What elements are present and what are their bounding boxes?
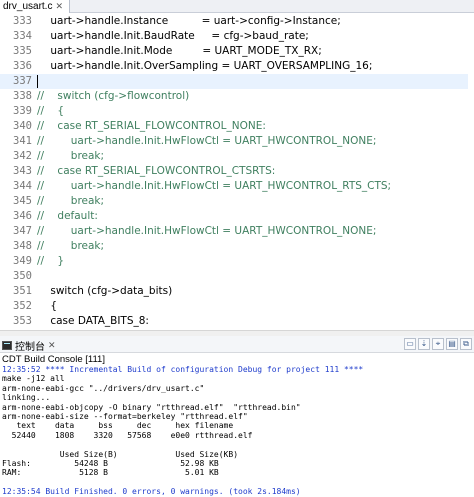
code-text: // case RT_SERIAL_FLOWCONTROL_CTSRTS: <box>37 165 276 177</box>
code-text: // uart->handle.Init.HwFlowCtl = UART_HW… <box>37 180 392 192</box>
code-line[interactable]: 346 // default: <box>0 209 474 224</box>
scroll-lock-icon[interactable]: ⇣ <box>418 338 430 350</box>
console-line: 12:35:54 Build Finished. 0 errors, 0 war… <box>2 487 301 497</box>
pin-console-icon[interactable]: ⌖ <box>432 338 444 350</box>
line-number: 345 <box>13 195 32 207</box>
display-console-icon[interactable]: ▤ <box>446 338 458 350</box>
open-console-icon[interactable]: ⧉ <box>460 338 472 350</box>
line-number: 341 <box>13 135 32 147</box>
close-icon[interactable]: ✕ <box>55 0 63 13</box>
line-number: 352 <box>13 300 32 312</box>
code-text: // default: <box>37 210 98 222</box>
code-line[interactable]: 343 // case RT_SERIAL_FLOWCONTROL_CTSRTS: <box>0 164 474 179</box>
line-number: 349 <box>13 255 32 267</box>
code-text: // } <box>37 255 65 267</box>
line-number: 336 <box>13 60 32 72</box>
console-line: RAM: 5128 B 5.01 KB <box>2 468 219 478</box>
code-text: // switch (cfg->flowcontrol) <box>37 90 190 102</box>
code-line[interactable]: 336 uart->handle.Init.OverSampling = UAR… <box>0 59 474 74</box>
editor-tab-drv-usart[interactable]: drv_usart.c ✕ <box>0 0 71 13</box>
code-line[interactable]: 340 // case RT_SERIAL_FLOWCONTROL_NONE: <box>0 119 474 134</box>
editor-scrollbar[interactable] <box>468 14 474 330</box>
line-number: 339 <box>13 105 32 117</box>
code-text: uart->handle.Init.OverSampling = UART_OV… <box>37 60 373 72</box>
code-text: // break; <box>37 240 105 252</box>
code-line[interactable]: 341 // uart->handle.Init.HwFlowCtl = UART… <box>0 134 474 149</box>
line-number: 337 <box>13 75 32 87</box>
code-line[interactable]: 351 switch (cfg->data_bits) <box>0 284 474 299</box>
code-line[interactable]: 345 // break; <box>0 194 474 209</box>
text-caret <box>37 75 38 88</box>
console-title: CDT Build Console [111] <box>2 354 105 365</box>
code-line[interactable]: 338 // switch (cfg->flowcontrol) <box>0 89 474 104</box>
code-area[interactable]: 333 uart->handle.Instance = uart->config… <box>0 14 474 330</box>
code-line[interactable]: 339 // { <box>0 104 474 119</box>
editor-tab-bar: drv_usart.c ✕ <box>0 0 474 13</box>
line-number: 353 <box>13 315 32 327</box>
code-text: uart->handle.Instance = uart->config->In… <box>37 15 341 27</box>
line-number: 348 <box>13 240 32 252</box>
code-line[interactable]: 342 // break; <box>0 149 474 164</box>
line-number: 342 <box>13 150 32 162</box>
code-text: switch (cfg->data_bits) <box>37 285 173 297</box>
line-number: 344 <box>13 180 32 192</box>
code-text: // break; <box>37 150 105 162</box>
line-number: 343 <box>13 165 32 177</box>
code-line[interactable]: 349 // } <box>0 254 474 269</box>
console-header: 控制台 ✕ ▭ ⇣ ⌖ ▤ ⧉ <box>0 336 474 353</box>
line-number: 333 <box>13 15 32 27</box>
code-line[interactable]: 348 // break; <box>0 239 474 254</box>
console-toolbar: ▭ ⇣ ⌖ ▤ ⧉ <box>404 338 472 350</box>
code-line[interactable]: 347 // uart->handle.Init.HwFlowCtl = UART… <box>0 224 474 239</box>
file-tab-label: drv_usart.c <box>3 1 53 12</box>
console-output[interactable]: 12:35:52 **** Incremental Build of confi… <box>2 365 472 497</box>
line-number: 350 <box>13 270 32 282</box>
code-line[interactable]: 344 // uart->handle.Init.HwFlowCtl = UART… <box>0 179 474 194</box>
console-icon <box>2 340 12 350</box>
line-number: 334 <box>13 30 32 42</box>
code-text: uart->handle.Init.BaudRate = cfg->baud_r… <box>37 30 309 42</box>
code-line[interactable]: 333 uart->handle.Instance = uart->config… <box>0 14 474 29</box>
line-number: 338 <box>13 90 32 102</box>
line-number: 340 <box>13 120 32 132</box>
close-icon[interactable]: ✕ <box>48 340 56 351</box>
line-number: 351 <box>13 285 32 297</box>
code-line[interactable]: 334 uart->handle.Init.BaudRate = cfg->ba… <box>0 29 474 44</box>
code-text: case DATA_BITS_8: <box>37 315 149 327</box>
code-text: // uart->handle.Init.HwFlowCtl = UART_HW… <box>37 135 377 147</box>
line-number: 335 <box>13 45 32 57</box>
line-number: 347 <box>13 225 32 237</box>
line-number: 346 <box>13 210 32 222</box>
clear-console-icon[interactable]: ▭ <box>404 338 416 350</box>
tab-console[interactable]: 控制台 ✕ <box>2 338 56 353</box>
code-line[interactable]: 335 uart->handle.Init.Mode = UART_MODE_T… <box>0 44 474 59</box>
code-line[interactable]: 353 case DATA_BITS_8: <box>0 314 474 329</box>
code-line[interactable]: 352 { <box>0 299 474 314</box>
code-line[interactable]: 337 <box>0 74 474 89</box>
console-tab-label: 控制台 <box>15 341 45 353</box>
code-text: uart->handle.Init.Mode = UART_MODE_TX_RX… <box>37 45 322 57</box>
code-editor[interactable]: drv_usart.c ✕ 333 uart->handle.Instance … <box>0 0 474 330</box>
console-panel: 控制台 ✕ ▭ ⇣ ⌖ ▤ ⧉ CDT Build Console [111] 12:3… <box>0 336 474 497</box>
code-text: // break; <box>37 195 105 207</box>
console-line: 52440 1808 3320 57568 e0e0 rtthread.elf <box>2 430 253 440</box>
code-text: // { <box>37 105 65 117</box>
code-text: { <box>37 300 58 312</box>
code-text: // case RT_SERIAL_FLOWCONTROL_NONE: <box>37 120 266 132</box>
code-text: // uart->handle.Init.HwFlowCtl = UART_HW… <box>37 225 377 237</box>
code-line[interactable]: 350 <box>0 269 474 284</box>
